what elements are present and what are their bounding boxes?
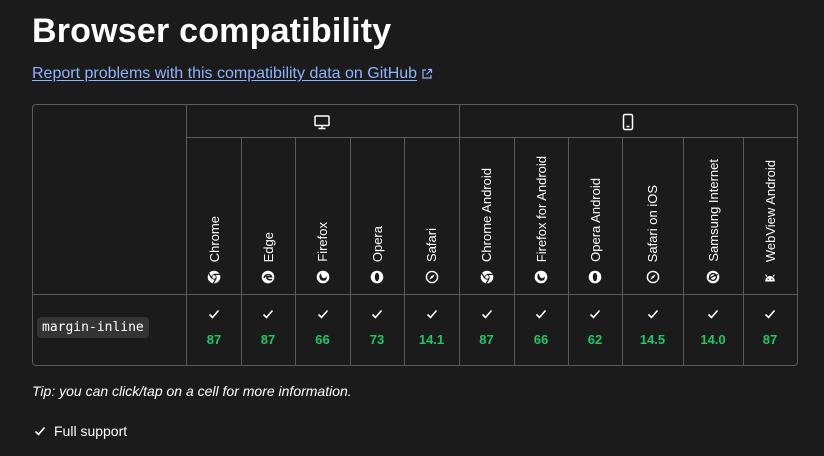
browser-name: WebView Android bbox=[762, 159, 778, 262]
version-added: 66 bbox=[315, 332, 330, 347]
chrome-icon bbox=[207, 270, 221, 284]
checkmark-icon bbox=[208, 309, 220, 319]
report-link-text: Report problems with this compatibility … bbox=[32, 65, 418, 82]
browser-header: Firefox for Android bbox=[514, 139, 568, 294]
page: Browser compatibility Report problems wi… bbox=[0, 0, 824, 456]
support-cell[interactable]: 62 bbox=[568, 295, 622, 365]
report-problems-link[interactable]: Report problems with this compatibility … bbox=[32, 64, 433, 84]
safari-icon bbox=[425, 270, 438, 284]
support-cell[interactable]: 66 bbox=[514, 295, 568, 365]
version-added: 66 bbox=[533, 332, 549, 347]
browser-name: Opera bbox=[369, 225, 385, 262]
checkmark-icon bbox=[262, 309, 274, 319]
edge-icon bbox=[261, 270, 275, 284]
browser-header: Chrome bbox=[187, 139, 241, 294]
version-added: 73 bbox=[369, 332, 385, 347]
version-added: 14.1 bbox=[418, 332, 445, 347]
browser-header: Safari bbox=[404, 139, 459, 294]
browser-header: Firefox bbox=[295, 139, 350, 294]
checkmark-icon bbox=[647, 309, 658, 319]
browser-header: Edge bbox=[241, 139, 295, 294]
checkmark-icon bbox=[426, 309, 437, 319]
version-added: 87 bbox=[479, 332, 494, 347]
browser-header: Samsung Internet bbox=[683, 139, 743, 294]
browser-name: Firefox for Android bbox=[533, 155, 549, 262]
browser-name: Chrome Android bbox=[479, 168, 494, 262]
opera-icon bbox=[370, 270, 384, 284]
support-cell[interactable]: 87 bbox=[743, 295, 797, 365]
checkmark-icon bbox=[764, 309, 776, 319]
checkmark-icon bbox=[589, 309, 601, 319]
version-added: 87 bbox=[260, 332, 276, 347]
legend-label: Full support bbox=[54, 423, 128, 439]
support-cell[interactable]: 14.5 bbox=[622, 295, 683, 365]
version-added: 87 bbox=[206, 332, 222, 347]
firefox-icon bbox=[534, 270, 548, 284]
browser-header: Opera bbox=[350, 139, 404, 294]
mobile-icon bbox=[622, 113, 634, 131]
opera-icon bbox=[588, 270, 602, 284]
page-heading: Browser compatibility bbox=[32, 12, 392, 50]
browser-header: Chrome Android bbox=[459, 139, 514, 294]
support-cell[interactable]: 73 bbox=[350, 295, 404, 365]
external-link-icon bbox=[422, 68, 433, 79]
safari-icon bbox=[646, 270, 659, 284]
support-cell[interactable]: 87 bbox=[241, 295, 295, 365]
support-cell[interactable]: 87 bbox=[459, 295, 514, 365]
chrome-icon bbox=[480, 270, 493, 284]
checkmark-icon bbox=[535, 309, 547, 319]
support-cell[interactable]: 66 bbox=[295, 295, 350, 365]
browser-name: Safari on iOS bbox=[645, 184, 660, 262]
checkmark-icon bbox=[371, 309, 383, 319]
checkmark-icon bbox=[317, 309, 328, 319]
version-added: 62 bbox=[587, 332, 603, 347]
browser-name: Opera Android bbox=[587, 178, 603, 262]
legend: Full support bbox=[34, 423, 127, 439]
browser-name: Edge bbox=[260, 231, 276, 262]
version-added: 87 bbox=[762, 332, 778, 347]
browser-header: WebView Android bbox=[743, 139, 797, 294]
samsung-internet-icon bbox=[706, 270, 720, 284]
checkmark-icon bbox=[707, 309, 719, 319]
android-icon bbox=[765, 274, 775, 282]
platform-row-divider bbox=[187, 137, 797, 138]
browser-name: Safari bbox=[424, 228, 439, 262]
firefox-icon bbox=[316, 270, 329, 284]
version-added: 14.0 bbox=[700, 332, 726, 347]
browser-name: Chrome bbox=[206, 215, 222, 262]
version-added: 14.5 bbox=[639, 332, 666, 347]
support-cell[interactable]: 87 bbox=[187, 295, 241, 365]
browser-name: Firefox bbox=[315, 222, 330, 262]
browser-header: Opera Android bbox=[568, 139, 622, 294]
tip-text: Tip: you can click/tap on a cell for mor… bbox=[32, 383, 352, 399]
desktop-icon bbox=[314, 115, 330, 130]
checkmark-icon bbox=[481, 309, 492, 319]
compatibility-table: margin-inline Chrome 87 Edge 87 Firefox 66 Ope… bbox=[32, 104, 798, 366]
feature-name[interactable]: margin-inline bbox=[37, 317, 149, 338]
browser-header: Safari on iOS bbox=[622, 139, 683, 294]
support-cell[interactable]: 14.0 bbox=[683, 295, 743, 365]
checkmark-icon bbox=[34, 426, 46, 436]
support-cell[interactable]: 14.1 bbox=[404, 295, 459, 365]
browser-name: Samsung Internet bbox=[705, 159, 721, 262]
